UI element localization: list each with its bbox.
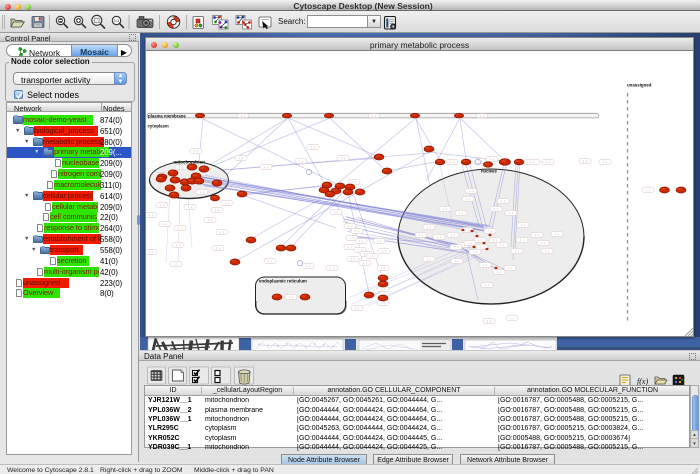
- svg-text:(....): (....): [443, 207, 448, 211]
- svg-text:(....): (....): [194, 149, 199, 153]
- svg-text:(....): (....): [520, 238, 525, 242]
- svg-text:1:1: 1:1: [114, 18, 120, 23]
- svg-text:(....): (....): [521, 223, 526, 227]
- svg-text:(....): (....): [419, 233, 424, 237]
- svg-text:(....): (....): [220, 230, 225, 234]
- svg-text:(....): (....): [455, 259, 460, 263]
- svg-text:(....): (....): [299, 159, 304, 163]
- svg-text:(....): (....): [174, 262, 179, 266]
- svg-text:(....): (....): [351, 257, 356, 261]
- svg-text:(....): (....): [487, 319, 492, 323]
- svg-text:(....): (....): [289, 295, 294, 299]
- svg-text:(....): (....): [382, 249, 387, 253]
- svg-text:(....): (....): [200, 190, 205, 194]
- svg-text:(....): (....): [363, 261, 368, 265]
- svg-text:(....): (....): [208, 218, 213, 222]
- svg-text:(....): (....): [188, 205, 193, 209]
- svg-text:(....): (....): [508, 266, 513, 270]
- svg-text:mitochondrion: mitochondrion: [174, 160, 206, 165]
- svg-text:(....): (....): [530, 160, 535, 164]
- svg-text:(....): (....): [555, 232, 560, 236]
- svg-text:(....): (....): [546, 160, 551, 164]
- svg-text:(....): (....): [500, 243, 505, 247]
- svg-text:(....): (....): [215, 208, 220, 212]
- svg-text:(....): (....): [501, 199, 506, 203]
- svg-text:(....): (....): [427, 225, 432, 229]
- svg-text:(....): (....): [306, 264, 311, 268]
- svg-text:(....): (....): [350, 236, 355, 240]
- svg-text:(....): (....): [355, 306, 360, 310]
- svg-text:(....): (....): [494, 207, 499, 211]
- svg-text:(....): (....): [311, 145, 316, 149]
- svg-text:(....): (....): [381, 301, 386, 305]
- svg-text:(....): (....): [510, 316, 515, 320]
- svg-text:(....): (....): [603, 160, 608, 164]
- svg-text:(....): (....): [583, 159, 588, 163]
- svg-text:(....): (....): [149, 213, 154, 217]
- svg-text:(....): (....): [490, 157, 495, 161]
- svg-text:(....): (....): [473, 250, 478, 254]
- svg-text:plasma membrane: plasma membrane: [148, 113, 186, 118]
- svg-text:(....): (....): [541, 241, 546, 245]
- svg-text:(....): (....): [493, 238, 498, 242]
- svg-text:(....): (....): [466, 197, 471, 201]
- svg-text:(....): (....): [437, 235, 442, 239]
- svg-text:(....): (....): [427, 257, 432, 261]
- svg-text:(....): (....): [176, 243, 181, 247]
- svg-text:(....): (....): [239, 156, 244, 160]
- svg-text:(....): (....): [241, 114, 246, 118]
- svg-text:(....): (....): [545, 249, 550, 253]
- svg-text:(....): (....): [515, 249, 520, 253]
- svg-text:(....): (....): [179, 165, 184, 169]
- svg-text:(....): (....): [450, 160, 455, 164]
- svg-text:(....): (....): [348, 224, 353, 228]
- svg-text:(....): (....): [268, 259, 273, 263]
- svg-text:(....): (....): [341, 156, 346, 160]
- svg-text:(....): (....): [352, 180, 357, 184]
- svg-text:(....): (....): [264, 165, 269, 169]
- svg-text:(....): (....): [372, 114, 377, 118]
- svg-text:(....): (....): [488, 229, 493, 233]
- svg-text:(....): (....): [377, 239, 382, 243]
- svg-text:(....): (....): [381, 287, 386, 291]
- svg-text:(....): (....): [480, 245, 485, 249]
- svg-text:(....): (....): [216, 246, 221, 250]
- svg-text:(....): (....): [370, 254, 375, 258]
- svg-text:endoplasmic reticulum: endoplasmic reticulum: [259, 279, 307, 284]
- svg-text:(....): (....): [509, 211, 514, 215]
- svg-text:(....): (....): [149, 250, 154, 254]
- svg-text:(....): (....): [381, 266, 386, 270]
- svg-text:(....): (....): [459, 211, 464, 215]
- svg-text:(....): (....): [480, 114, 485, 118]
- svg-text:(....): (....): [469, 189, 474, 193]
- svg-text:(....): (....): [454, 245, 459, 249]
- svg-text:(....): (....): [483, 263, 488, 267]
- svg-text:(....): (....): [465, 228, 470, 232]
- svg-text:(....): (....): [359, 239, 364, 243]
- svg-text:(....): (....): [334, 210, 339, 214]
- svg-text:(....): (....): [451, 233, 456, 237]
- svg-text:(....): (....): [178, 226, 183, 230]
- svg-text:(....): (....): [355, 229, 360, 233]
- svg-text:(....): (....): [468, 241, 473, 245]
- svg-text:(....): (....): [225, 201, 230, 205]
- svg-text:(....): (....): [497, 270, 502, 274]
- svg-text:(....): (....): [330, 266, 335, 270]
- svg-text:(....): (....): [348, 245, 353, 249]
- svg-text:cytoplasm: cytoplasm: [148, 123, 169, 128]
- svg-text:(....): (....): [535, 233, 540, 237]
- svg-text:(....): (....): [163, 222, 168, 226]
- svg-text:(....): (....): [646, 188, 651, 192]
- svg-text:(....): (....): [485, 283, 490, 287]
- svg-text:unassigned: unassigned: [627, 83, 652, 88]
- svg-text:nucleus: nucleus: [481, 168, 497, 173]
- svg-text:(....): (....): [160, 203, 165, 207]
- svg-text:(....): (....): [478, 238, 483, 242]
